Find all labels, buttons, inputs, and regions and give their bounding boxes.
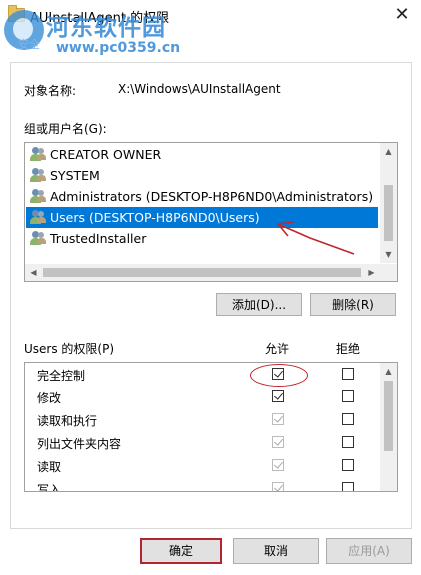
group-list-label: 组或用户名(G): (24, 122, 107, 136)
permission-row-write: 写入 (25, 477, 380, 492)
user-list-vertical-scrollbar[interactable]: ▲ ▼ (380, 143, 397, 263)
user-item-label: TrustedInstaller (50, 231, 147, 246)
permission-row-modify: 修改 (25, 385, 380, 407)
scroll-up-icon[interactable]: ▲ (380, 363, 397, 380)
add-button[interactable]: 添加(D)... (216, 293, 302, 316)
permissions-list: 完全控制 修改 读取和执行 列出文件夹内容 读取 写入 ▲ (24, 362, 398, 492)
user-item-label: Users (DESKTOP-H8P6ND0\Users) (50, 210, 260, 225)
scroll-thumb[interactable] (43, 268, 361, 277)
allow-checkbox[interactable] (272, 390, 284, 402)
object-name-label: 对象名称: (24, 84, 77, 98)
permission-row-read-execute: 读取和执行 (25, 408, 380, 430)
user-item-label: Administrators (DESKTOP-H8P6ND0\Administ… (50, 189, 374, 204)
scroll-left-icon[interactable]: ◀ (25, 264, 42, 281)
permission-name: 读取和执行 (37, 414, 98, 428)
watermark-name: 河东软件园 (46, 15, 166, 41)
users-icon (30, 189, 46, 203)
permissions-scrollbar[interactable]: ▲ (380, 363, 397, 491)
remove-button[interactable]: 删除(R) (310, 293, 396, 316)
permission-name: 列出文件夹内容 (37, 437, 122, 451)
scroll-corner (380, 264, 397, 281)
permission-name: 写入 (37, 483, 62, 492)
scroll-up-icon[interactable]: ▲ (380, 143, 397, 160)
apply-button[interactable]: 应用(A) (326, 538, 412, 564)
user-item-creator-owner[interactable]: CREATOR OWNER (26, 144, 378, 165)
permission-name: 完全控制 (37, 369, 86, 383)
allow-checkbox[interactable] (272, 413, 284, 425)
check-icon (274, 459, 283, 469)
permission-name: 修改 (37, 391, 62, 405)
close-icon: ✕ (394, 4, 410, 25)
deny-checkbox[interactable] (342, 482, 354, 491)
permission-row-full-control: 完全控制 (25, 363, 380, 385)
permissions-title: Users 的权限(P) (24, 342, 115, 356)
user-item-administrators[interactable]: Administrators (DESKTOP-H8P6ND0\Administ… (26, 186, 378, 207)
allow-checkbox[interactable] (272, 436, 284, 448)
object-name-value: X:\Windows\AUInstallAgent (118, 82, 281, 96)
check-icon (274, 482, 283, 491)
deny-column-header: 拒绝 (336, 342, 361, 356)
check-icon (274, 390, 283, 400)
scroll-down-icon[interactable]: ▼ (380, 246, 397, 263)
watermark-tab-text: 安全 (18, 38, 40, 51)
watermark-url: www.pc0359.cn (56, 40, 181, 56)
deny-checkbox[interactable] (342, 368, 354, 380)
scroll-right-icon[interactable]: ▶ (363, 264, 380, 281)
scroll-thumb[interactable] (384, 381, 393, 451)
permission-name: 读取 (37, 460, 62, 474)
scroll-thumb[interactable] (384, 185, 393, 241)
allow-checkbox[interactable] (272, 459, 284, 471)
allow-column-header: 允许 (265, 342, 290, 356)
deny-checkbox[interactable] (342, 413, 354, 425)
allow-checkbox[interactable] (272, 482, 284, 491)
user-item-label: SYSTEM (50, 168, 100, 183)
users-icon (30, 231, 46, 245)
permission-row-list-folder: 列出文件夹内容 (25, 431, 380, 453)
users-icon (30, 210, 46, 224)
user-item-label: CREATOR OWNER (50, 147, 162, 162)
annotation-ellipse (250, 364, 308, 387)
close-button[interactable]: ✕ (383, 0, 421, 30)
deny-checkbox[interactable] (342, 436, 354, 448)
permission-row-read: 读取 (25, 454, 380, 476)
check-icon (274, 436, 283, 446)
check-icon (274, 413, 283, 423)
deny-checkbox[interactable] (342, 459, 354, 471)
users-icon (30, 168, 46, 182)
users-icon (30, 147, 46, 161)
cancel-button[interactable]: 取消 (233, 538, 319, 564)
user-list-horizontal-scrollbar[interactable]: ◀ ▶ (25, 264, 380, 281)
ok-button[interactable]: 确定 (140, 538, 222, 564)
deny-checkbox[interactable] (342, 390, 354, 402)
annotation-arrow-icon (277, 221, 355, 255)
user-item-system[interactable]: SYSTEM (26, 165, 378, 186)
